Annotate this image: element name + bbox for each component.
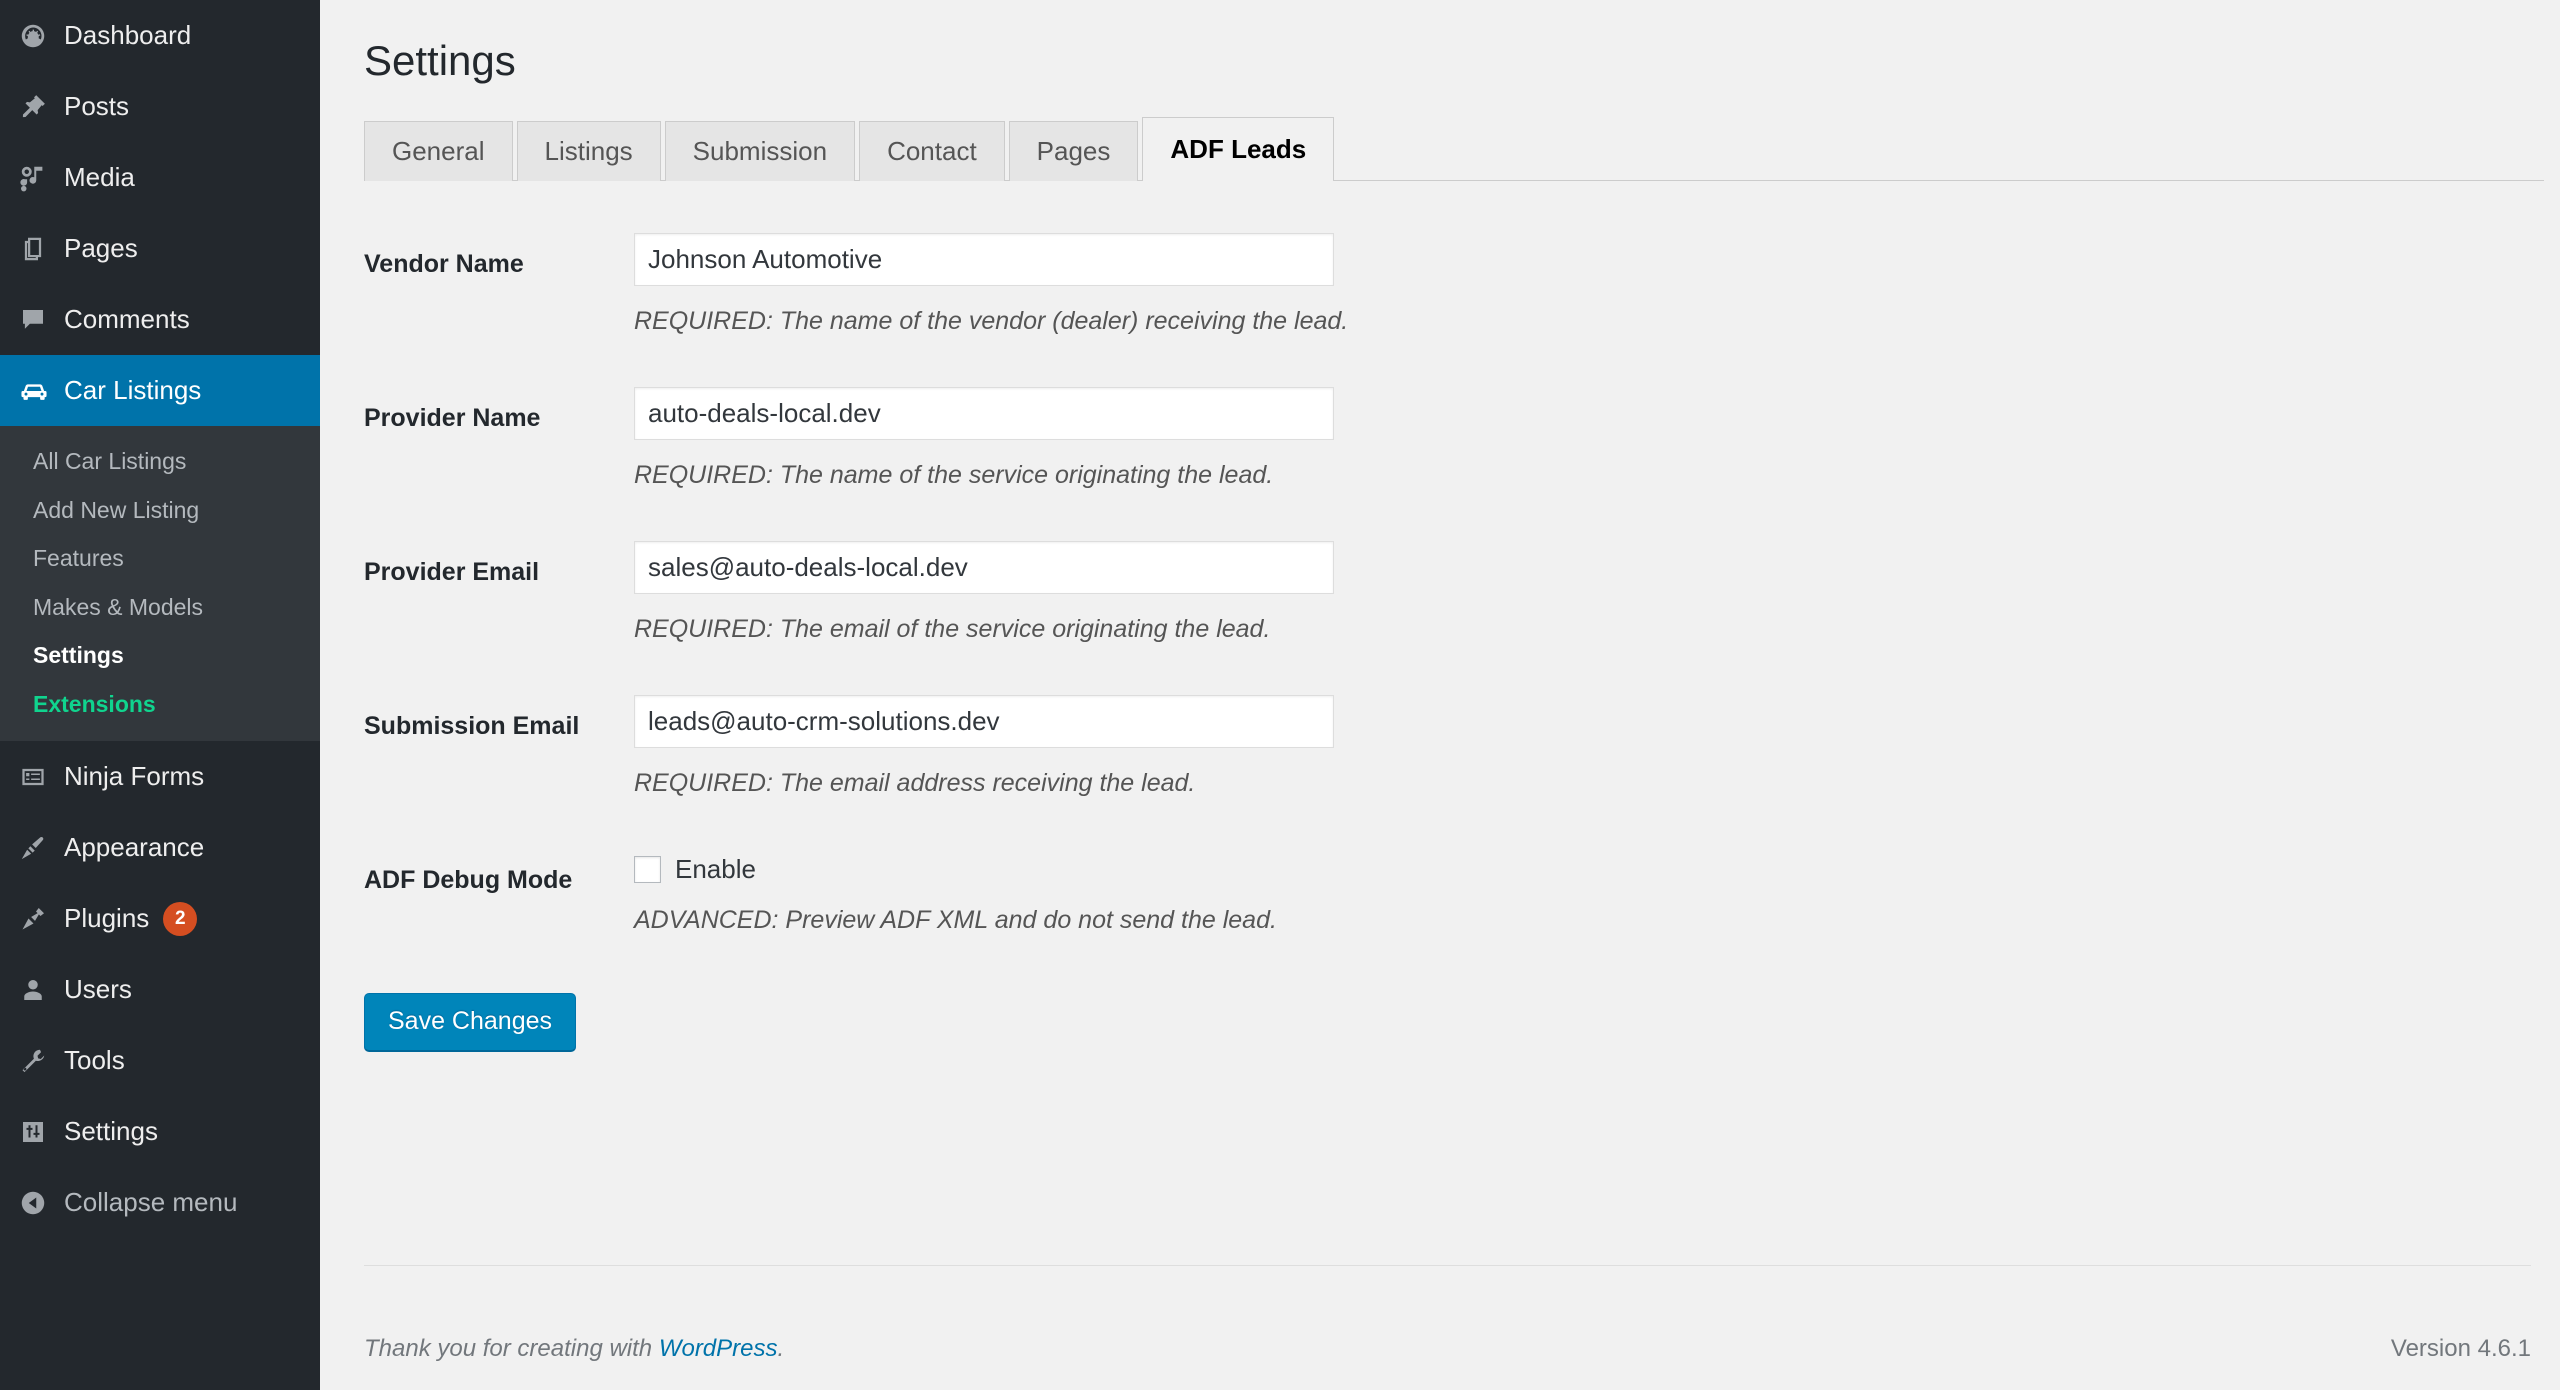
sidebar-item-ninja-forms[interactable]: Ninja Forms xyxy=(0,741,320,812)
save-changes-button[interactable]: Save Changes xyxy=(364,992,577,1051)
admin-sidebar: Dashboard Posts Media Pages Comments Car… xyxy=(0,0,320,1390)
sidebar-item-settings[interactable]: Settings xyxy=(0,1096,320,1167)
field-spacer xyxy=(364,493,2560,541)
submenu-item-add-new-listing[interactable]: Add New Listing xyxy=(0,486,320,535)
sidebar-item-label: Plugins xyxy=(64,903,150,933)
sidebar-item-label: Media xyxy=(64,162,135,192)
sidebar-item-label: Collapse menu xyxy=(64,1187,238,1217)
sidebar-item-posts[interactable]: Posts xyxy=(0,71,320,142)
media-icon xyxy=(18,163,64,193)
sidebar-item-label: Appearance xyxy=(64,832,205,862)
plugins-update-badge: 2 xyxy=(163,901,198,936)
form-icon xyxy=(18,762,64,792)
field-description: REQUIRED: The name of the vendor (dealer… xyxy=(634,306,1349,335)
sidebar-item-label: Tools xyxy=(64,1045,125,1075)
field-row-adf-debug-mode: ADF Debug Mode Enable ADVANCED: Preview … xyxy=(364,849,2560,938)
admin-footer: Thank you for creating with WordPress. V… xyxy=(364,1265,2531,1390)
field-row-provider-name: Provider Name REQUIRED: The name of the … xyxy=(364,386,2560,493)
submenu-item-makes-models[interactable]: Makes & Models xyxy=(0,583,320,632)
sidebar-item-comments[interactable]: Comments xyxy=(0,284,320,355)
field-label: Provider Email xyxy=(364,557,540,586)
field-label: Provider Name xyxy=(364,403,541,432)
vendor-name-input[interactable] xyxy=(634,232,1334,286)
car-icon xyxy=(18,375,64,407)
car-listings-submenu: All Car Listings Add New Listing Feature… xyxy=(0,426,320,741)
submission-email-input[interactable] xyxy=(634,694,1334,748)
user-icon xyxy=(18,975,64,1005)
sidebar-item-label: Dashboard xyxy=(64,20,192,50)
pin-icon xyxy=(18,92,64,122)
sidebar-item-label: Settings xyxy=(64,1116,158,1146)
wordpress-link[interactable]: WordPress xyxy=(659,1335,778,1362)
settings-tabs: General Listings Submission Contact Page… xyxy=(364,117,2560,182)
plug-icon xyxy=(18,904,64,934)
field-row-provider-email: Provider Email REQUIRED: The email of th… xyxy=(364,540,2560,647)
field-label: ADF Debug Mode xyxy=(364,865,573,894)
main-content: Settings General Listings Submission Con… xyxy=(320,0,2560,1390)
sliders-icon xyxy=(18,1117,64,1147)
brush-icon xyxy=(18,833,64,863)
field-label: Submission Email xyxy=(364,711,580,740)
sidebar-item-label: Ninja Forms xyxy=(64,761,205,791)
sidebar-item-appearance[interactable]: Appearance xyxy=(0,812,320,883)
field-description: REQUIRED: The email of the service origi… xyxy=(634,614,1271,643)
tab-adf-leads[interactable]: ADF Leads xyxy=(1142,117,1335,182)
footer-thanks-prefix: Thank you for creating with xyxy=(364,1335,659,1362)
sidebar-item-label: Comments xyxy=(64,304,190,334)
sidebar-item-label: Car Listings xyxy=(64,375,202,405)
wrench-icon xyxy=(18,1046,64,1076)
adf-debug-mode-checkbox[interactable] xyxy=(634,855,661,883)
sidebar-item-car-listings[interactable]: Car Listings xyxy=(0,355,320,426)
field-description: ADVANCED: Preview ADF XML and do not sen… xyxy=(634,905,1277,934)
field-description: REQUIRED: The name of the service origin… xyxy=(634,460,1274,489)
field-row-vendor-name: Vendor Name REQUIRED: The name of the ve… xyxy=(364,232,2560,339)
wordpress-admin-screen: Dashboard Posts Media Pages Comments Car… xyxy=(0,0,2560,1390)
sidebar-item-media[interactable]: Media xyxy=(0,142,320,213)
adf-leads-settings-form: Vendor Name REQUIRED: The name of the ve… xyxy=(364,181,2560,938)
tab-general[interactable]: General xyxy=(364,121,513,181)
footer-thanks: Thank you for creating with WordPress. xyxy=(364,1335,784,1363)
tab-submission[interactable]: Submission xyxy=(664,121,856,181)
sidebar-item-dashboard[interactable]: Dashboard xyxy=(0,0,320,71)
submit-area: Save Changes xyxy=(364,992,2560,1051)
field-description: REQUIRED: The email address receiving th… xyxy=(634,768,1196,797)
tab-pages[interactable]: Pages xyxy=(1008,121,1139,181)
submenu-item-all-car-listings[interactable]: All Car Listings xyxy=(0,437,320,486)
sidebar-item-plugins[interactable]: Plugins 2 xyxy=(0,883,320,954)
sidebar-item-pages[interactable]: Pages xyxy=(0,213,320,284)
dashboard-icon xyxy=(18,21,64,51)
field-label: Vendor Name xyxy=(364,249,524,278)
provider-name-input[interactable] xyxy=(634,386,1334,440)
sidebar-item-collapse-menu[interactable]: Collapse menu xyxy=(0,1167,320,1238)
tab-listings[interactable]: Listings xyxy=(516,121,661,181)
provider-email-input[interactable] xyxy=(634,540,1334,594)
wordpress-version: Version 4.6.1 xyxy=(2390,1335,2531,1362)
submenu-item-features[interactable]: Features xyxy=(0,534,320,583)
sidebar-item-users[interactable]: Users xyxy=(0,954,320,1025)
footer-thanks-suffix: . xyxy=(777,1335,785,1362)
adf-debug-mode-checkbox-label: Enable xyxy=(675,853,756,884)
submenu-item-extensions[interactable]: Extensions xyxy=(0,680,320,729)
field-spacer xyxy=(364,647,2560,695)
collapse-icon xyxy=(18,1188,64,1218)
comment-icon xyxy=(18,305,64,335)
field-spacer xyxy=(364,339,2560,387)
pages-icon xyxy=(18,234,64,264)
sidebar-item-label: Pages xyxy=(64,233,138,263)
page-title: Settings xyxy=(364,37,516,84)
sidebar-item-label: Posts xyxy=(64,91,130,121)
submenu-item-settings[interactable]: Settings xyxy=(0,631,320,680)
sidebar-item-tools[interactable]: Tools xyxy=(0,1025,320,1096)
sidebar-item-label: Users xyxy=(64,974,132,1004)
field-row-submission-email: Submission Email REQUIRED: The email add… xyxy=(364,694,2560,801)
tab-contact[interactable]: Contact xyxy=(859,121,1005,181)
field-spacer xyxy=(364,801,2560,849)
